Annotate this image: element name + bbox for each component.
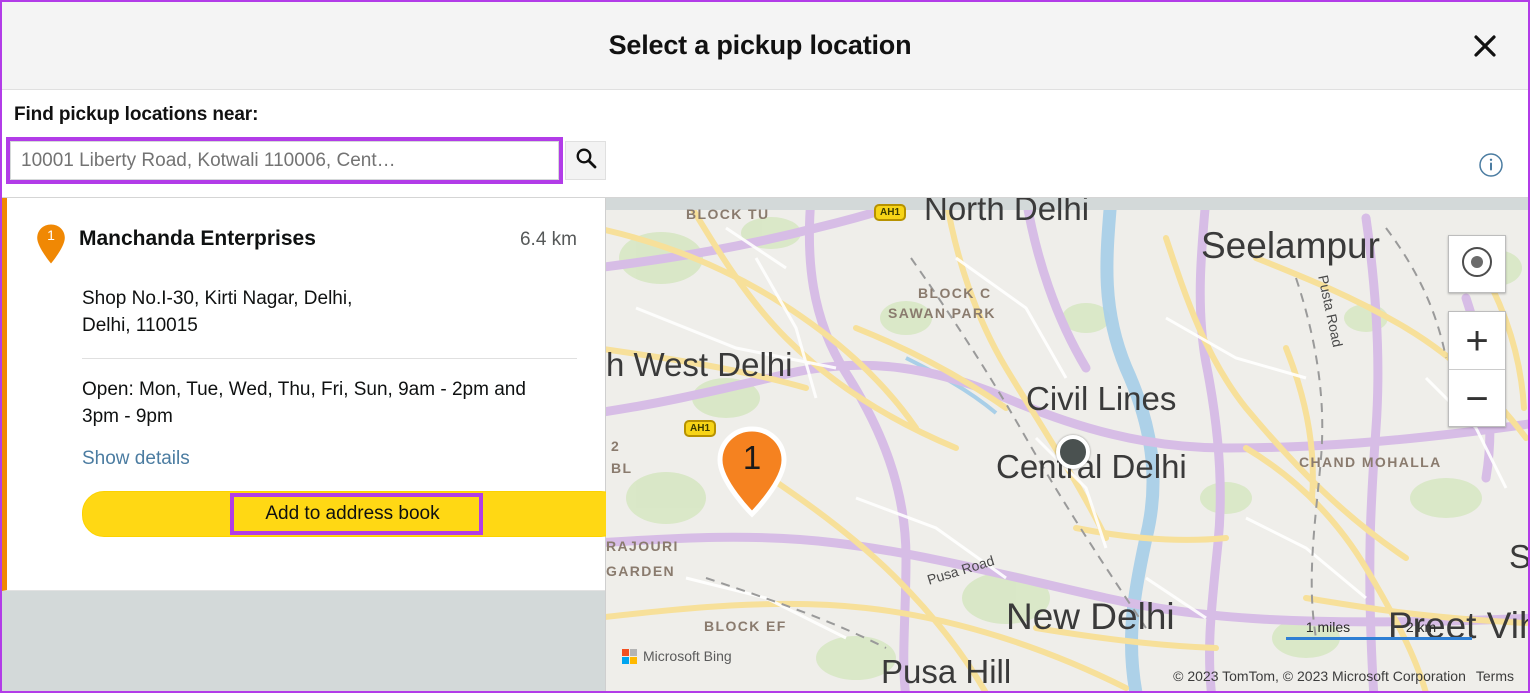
highway-shield-icon: AH1 [684,420,717,437]
map-view[interactable]: BLOCK TU North Delhi Seelampur BLOCK C SAWAN… [606,198,1528,691]
modal-body: 1 Manchanda Enterprises 6.4 km Shop No.I… [2,197,1528,691]
modal-header: Select a pickup location [2,2,1528,90]
zoom-controls[interactable]: + − [1448,311,1506,427]
zoom-out-button[interactable]: − [1449,370,1505,428]
search-icon [575,147,597,174]
scale-km: 2 km [1370,619,1472,640]
page-title: Select a pickup location [608,30,912,60]
location-distance: 6.4 km [519,229,577,250]
map-attribution: © 2023 TomTom, © 2023 Microsoft Corporat… [1173,668,1514,684]
scale-miles-label: 1 miles [1305,619,1351,635]
location-card-body: Shop No.I-30, Kirti Nagar, Delhi, Delhi,… [35,286,623,537]
location-name: Manchanda Enterprises [79,227,316,250]
list-item[interactable]: 1 Manchanda Enterprises 6.4 km Shop No.I… [2,198,623,591]
show-details-link[interactable]: Show details [82,448,190,470]
locate-me-icon [1460,245,1494,284]
divider [82,357,577,359]
scale-miles: 1 miles [1286,619,1370,640]
pickup-location-modal: Select a pickup location Find pickup loc… [0,0,1530,693]
search-row [2,137,1528,184]
map-top-strip [606,198,1528,210]
location-address: Shop No.I-30, Kirti Nagar, Delhi, Delhi,… [82,286,472,340]
search-section: Find pickup locations near: [2,90,1528,197]
attribution-text: © 2023 TomTom, © 2023 Microsoft Corporat… [1173,668,1466,684]
close-icon[interactable] [1464,25,1506,67]
address-line-1: Shop No.I-30, Kirti Nagar, Delhi, [82,288,353,309]
map-pin-marker[interactable]: 1 [716,426,788,518]
address-line-2: Delhi, 110015 [82,314,198,336]
highway-shield-icon: AH1 [874,204,907,221]
scale-km-label: 2 km [1405,619,1437,635]
search-input[interactable] [10,141,559,180]
microsoft-bing-logo: Microsoft Bing [622,648,732,664]
search-button[interactable] [565,141,606,180]
search-input-highlight [6,137,563,184]
map-pin-number: 1 [742,439,762,476]
add-to-address-book-button[interactable]: Add to address book [82,490,623,537]
location-card-header: 1 Manchanda Enterprises 6.4 km [35,222,577,265]
location-hours: Open: Mon, Tue, Wed, Thu, Fri, Sun, 9am … [82,378,526,427]
locations-list: 1 Manchanda Enterprises 6.4 km Shop No.I… [2,198,623,691]
terms-link[interactable]: Terms [1476,668,1514,684]
zoom-in-button[interactable]: + [1449,312,1505,370]
bing-squares-icon [622,648,637,664]
scale-miles-bar [1286,637,1370,640]
user-location-dot [1056,435,1090,469]
locate-me-button[interactable] [1448,235,1506,293]
scale-km-bar [1370,637,1472,640]
bing-label: Microsoft Bing [643,648,732,664]
add-to-address-book-wrap: Add to address book [82,490,623,537]
search-label: Find pickup locations near: [14,104,259,125]
info-icon[interactable] [1478,152,1504,178]
map-scale-bar: 1 miles 2 km [1286,619,1472,640]
map-pin-icon: 1 [35,223,67,265]
pin-number: 1 [47,227,55,243]
